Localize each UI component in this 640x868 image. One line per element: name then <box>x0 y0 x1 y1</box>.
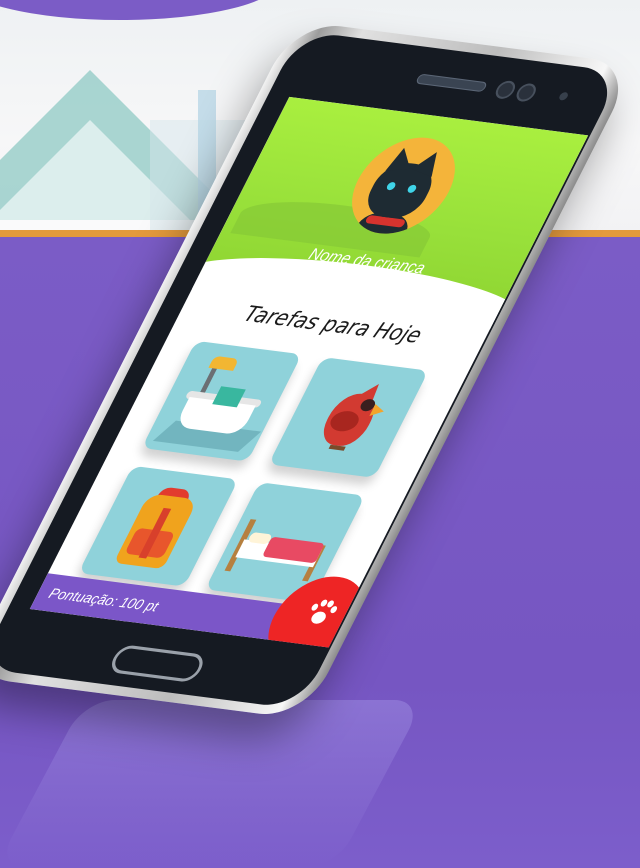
backpack-icon <box>113 466 239 570</box>
home-button[interactable] <box>106 644 208 684</box>
cat-ear-right <box>411 148 447 177</box>
bird-legs <box>328 444 346 451</box>
task-tile-bird[interactable] <box>268 357 429 478</box>
bed-icon <box>224 482 365 582</box>
paw-pad <box>308 610 329 625</box>
front-sensor-icon <box>513 82 540 103</box>
earpiece-speaker <box>414 73 489 93</box>
bird-icon <box>315 357 429 451</box>
paw-toe <box>310 603 320 612</box>
proximity-sensor <box>557 91 570 101</box>
cat-icon <box>359 146 447 221</box>
cat-eye-left <box>385 181 397 191</box>
cat-eye-right <box>406 184 418 194</box>
bathtub-icon <box>152 341 302 452</box>
front-camera-icon <box>492 79 519 100</box>
background-purple-blob <box>0 0 280 20</box>
